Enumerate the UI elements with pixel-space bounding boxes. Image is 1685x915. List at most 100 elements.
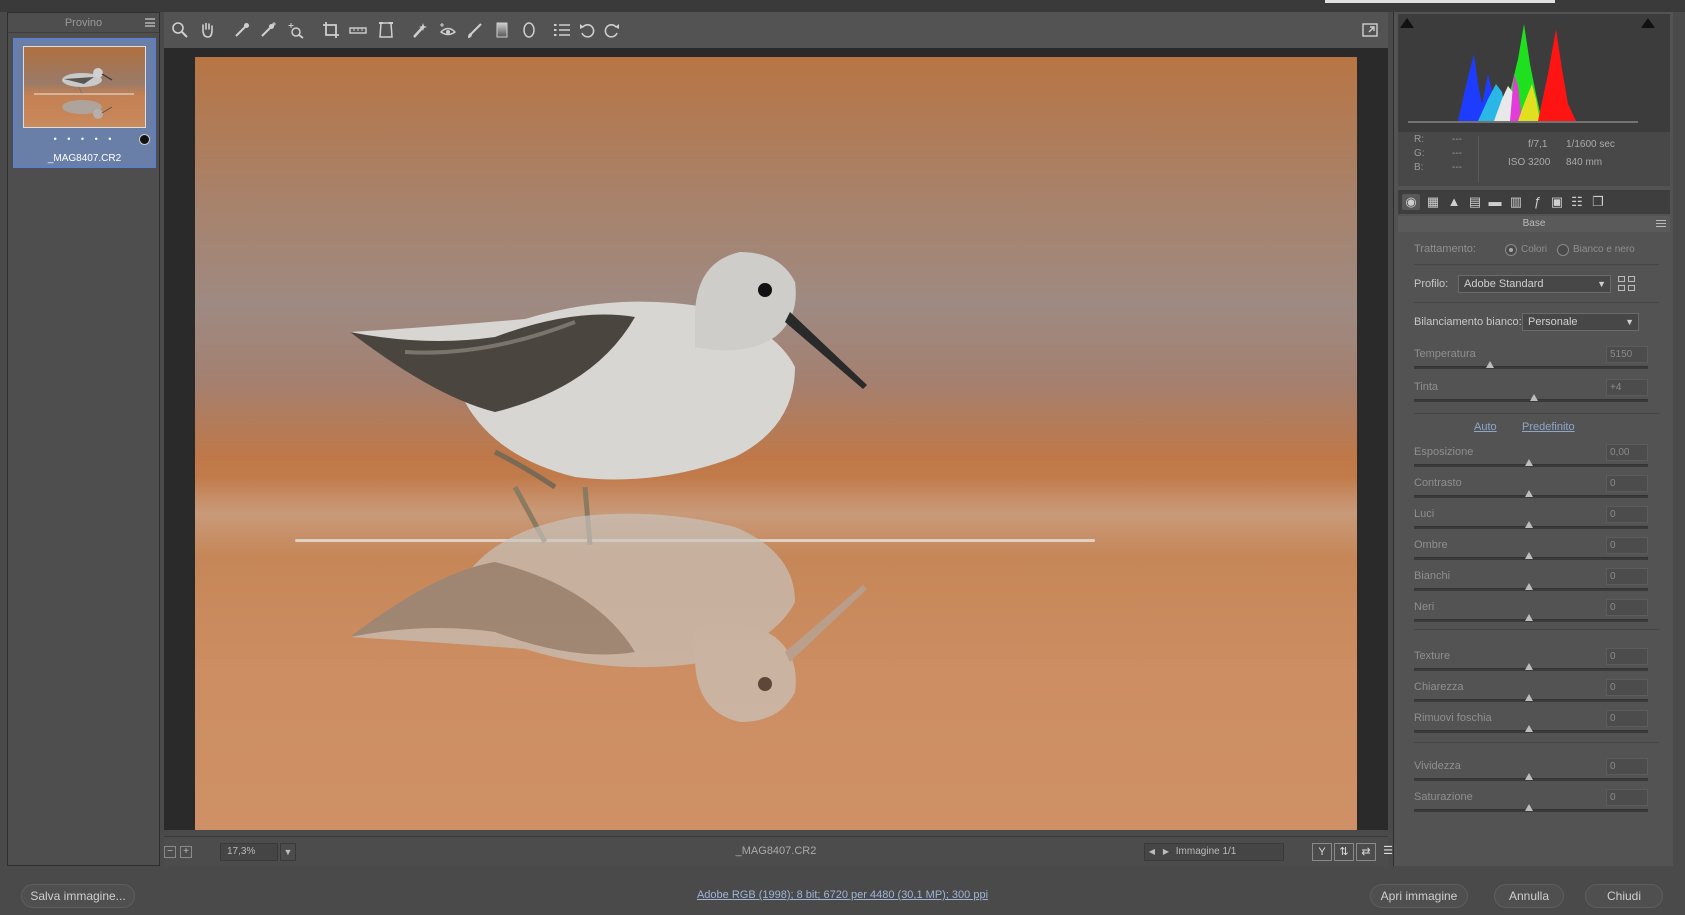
adjustment-brush-icon[interactable]: [465, 20, 485, 40]
r-label: R:: [1414, 134, 1424, 145]
slider-handle[interactable]: [1525, 804, 1533, 811]
rotate-left-icon[interactable]: [577, 20, 597, 40]
white-balance-select[interactable]: Personale ▼: [1522, 313, 1639, 331]
g-label: G:: [1414, 148, 1425, 159]
treatment-label: Trattamento:: [1414, 243, 1476, 255]
tab-lens-corrections-icon[interactable]: ▥: [1507, 194, 1525, 210]
slider-track[interactable]: [1414, 804, 1648, 812]
tab-basic-icon[interactable]: ◉: [1402, 194, 1420, 210]
crop-icon[interactable]: [321, 20, 341, 40]
auto-button[interactable]: Auto: [1474, 421, 1497, 433]
transform-icon[interactable]: [376, 20, 396, 40]
slider-track[interactable]: [1414, 663, 1648, 671]
before-after-toggle-button[interactable]: Y: [1312, 843, 1332, 861]
slider-track[interactable]: [1414, 552, 1648, 560]
slider-value-field[interactable]: 0: [1606, 679, 1648, 696]
slider-handle[interactable]: [1525, 694, 1533, 701]
slider-value-field[interactable]: 0: [1606, 710, 1648, 727]
slider-label: Chiarezza: [1414, 681, 1464, 693]
tab-effects-icon[interactable]: ƒ: [1528, 194, 1546, 210]
rotate-right-icon[interactable]: [602, 20, 622, 40]
color-sampler-icon[interactable]: [258, 20, 278, 40]
photo-preview[interactable]: [195, 57, 1357, 830]
slider-handle[interactable]: [1486, 361, 1494, 368]
slider-track[interactable]: [1414, 459, 1648, 467]
slider-handle[interactable]: [1530, 394, 1538, 401]
slider-value-field[interactable]: 0: [1606, 568, 1648, 585]
swap-settings-icon[interactable]: ⇅: [1334, 843, 1354, 861]
histogram: [1398, 14, 1670, 132]
slider-track[interactable]: [1414, 773, 1648, 781]
image-counter: Immagine 1/1: [1175, 846, 1237, 857]
straighten-icon[interactable]: [348, 20, 368, 40]
slider-handle[interactable]: [1525, 725, 1533, 732]
tab-tone-curve-icon[interactable]: ▦: [1424, 194, 1442, 210]
open-image-button[interactable]: Apri immagine: [1370, 884, 1468, 908]
tab-calibration-icon[interactable]: ▣: [1548, 194, 1566, 210]
spot-removal-icon[interactable]: [410, 20, 430, 40]
thumbnail-rating[interactable]: • • • • •: [15, 134, 154, 144]
radial-filter-icon[interactable]: [519, 20, 539, 40]
slider-track[interactable]: [1414, 583, 1648, 591]
slider-track[interactable]: [1414, 694, 1648, 702]
shadow-clipping-icon[interactable]: [1400, 18, 1414, 28]
slider-handle[interactable]: [1525, 663, 1533, 670]
tab-snapshots-icon[interactable]: ❐: [1589, 194, 1607, 210]
filmstrip-menu-icon[interactable]: [145, 18, 155, 27]
close-button[interactable]: Chiudi: [1585, 884, 1663, 908]
section-menu-icon[interactable]: [1656, 220, 1666, 227]
graduated-filter-icon[interactable]: [492, 20, 512, 40]
filmstrip-header: Provino: [8, 13, 159, 33]
slider-value-field[interactable]: 0: [1606, 537, 1648, 554]
zoom-icon[interactable]: [170, 20, 190, 40]
slider-value-field[interactable]: 0: [1606, 506, 1648, 523]
slider-value-field[interactable]: 5150: [1606, 346, 1648, 363]
slider-track[interactable]: [1414, 614, 1648, 622]
slider-handle[interactable]: [1525, 552, 1533, 559]
slider-handle[interactable]: [1525, 490, 1533, 497]
slider-value-field[interactable]: 0: [1606, 599, 1648, 616]
default-button[interactable]: Predefinito: [1522, 421, 1575, 433]
slider-value-field[interactable]: 0: [1606, 789, 1648, 806]
slider-value-field[interactable]: 0: [1606, 475, 1648, 492]
profile-browser-icon[interactable]: [1618, 276, 1638, 292]
slider-handle[interactable]: [1525, 459, 1533, 466]
hand-icon[interactable]: [197, 20, 217, 40]
slider-handle[interactable]: [1525, 521, 1533, 528]
slider-value-field[interactable]: 0: [1606, 648, 1648, 665]
slider-track[interactable]: [1414, 725, 1648, 733]
filmstrip-thumbnail[interactable]: • • • • • _MAG8407.CR2: [13, 38, 156, 168]
slider-value-field[interactable]: 0: [1606, 758, 1648, 775]
slider-handle[interactable]: [1525, 614, 1533, 621]
targeted-adjustment-icon[interactable]: [286, 20, 306, 40]
divider: [1414, 264, 1659, 265]
next-image-icon[interactable]: ▶: [1159, 844, 1173, 860]
slider-value-field[interactable]: 0,00: [1606, 444, 1648, 461]
treatment-bw-radio[interactable]: [1557, 244, 1569, 256]
copy-settings-icon[interactable]: ⇄: [1356, 843, 1376, 861]
slider-track[interactable]: [1414, 490, 1648, 498]
preferences-icon[interactable]: [552, 20, 572, 40]
treatment-color-radio[interactable]: [1505, 244, 1517, 256]
tab-split-toning-icon[interactable]: ▬: [1486, 194, 1504, 210]
white-balance-icon[interactable]: [232, 20, 252, 40]
cancel-button[interactable]: Annulla: [1494, 884, 1564, 908]
fullscreen-toggle-icon[interactable]: [1360, 20, 1380, 40]
slider-track[interactable]: [1414, 361, 1648, 369]
previous-image-icon[interactable]: ◀: [1145, 844, 1159, 860]
tab-presets-icon[interactable]: ☷: [1568, 194, 1586, 210]
tab-detail-icon[interactable]: ▲: [1445, 194, 1463, 210]
highlight-clipping-icon[interactable]: [1641, 18, 1655, 28]
slider-track[interactable]: [1414, 394, 1648, 402]
slider-label: Texture: [1414, 650, 1451, 662]
tab-hsl-icon[interactable]: ▤: [1466, 194, 1484, 210]
slider-handle[interactable]: [1525, 583, 1533, 590]
image-preview-area[interactable]: [164, 48, 1388, 830]
chevron-down-icon: ▼: [1597, 279, 1606, 289]
focal-length-value: 840 mm: [1566, 157, 1603, 168]
slider-value-field[interactable]: +4: [1606, 379, 1648, 396]
slider-track[interactable]: [1414, 521, 1648, 529]
profile-select[interactable]: Adobe Standard ▼: [1458, 275, 1611, 293]
slider-handle[interactable]: [1525, 773, 1533, 780]
red-eye-icon[interactable]: [438, 20, 458, 40]
